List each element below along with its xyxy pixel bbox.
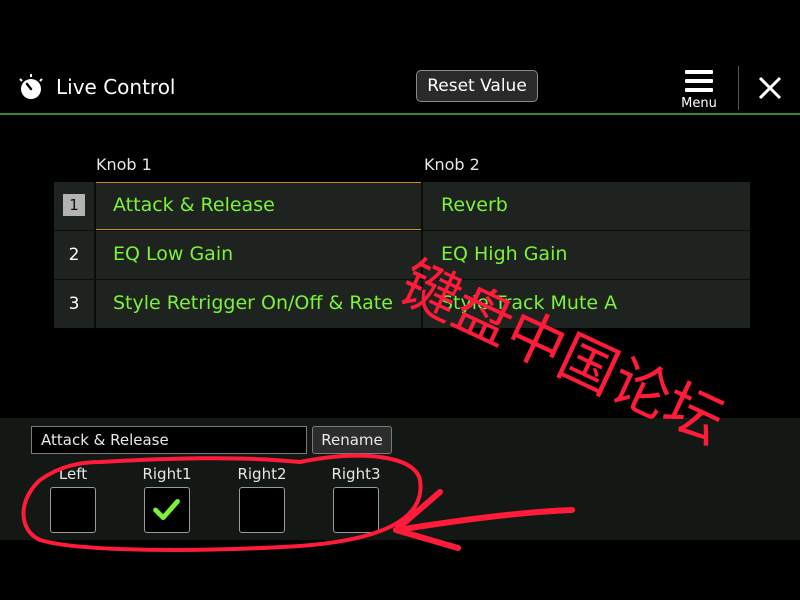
column-divider (421, 182, 423, 328)
knob1-cell[interactable]: Style Retrigger On/Off & Rate (95, 280, 422, 328)
part-label-left: Left (58, 465, 88, 483)
knob1-cell[interactable]: EQ Low Gain (95, 231, 422, 279)
part-checkbox-right3[interactable] (333, 487, 379, 533)
part-checkbox-left[interactable] (50, 487, 96, 533)
checkmark-icon (153, 499, 180, 521)
reset-value-button[interactable]: Reset Value (416, 70, 538, 102)
menu-button[interactable]: Menu (676, 66, 722, 112)
column-divider (94, 182, 96, 328)
knob2-cell[interactable]: Reverb (423, 182, 750, 230)
menu-label: Menu (681, 96, 717, 111)
part-label-right3: Right3 (331, 465, 381, 483)
close-icon[interactable] (754, 72, 786, 104)
assignment-name-field[interactable]: Attack & Release (31, 426, 307, 454)
part-checkbox-right1[interactable] (144, 487, 190, 533)
part-label-right1: Right1 (142, 465, 192, 483)
table-row[interactable]: 2 EQ Low Gain EQ High Gain (54, 231, 750, 279)
row-number: 2 (68, 245, 80, 265)
row-number: 3 (68, 294, 80, 314)
menu-icon (685, 70, 713, 92)
live-control-knob-icon (19, 74, 43, 99)
row-number: 1 (54, 182, 94, 230)
column-header-knob2: Knob 2 (424, 155, 480, 174)
knob1-cell[interactable]: Attack & Release (95, 182, 422, 230)
header-divider (738, 66, 739, 110)
rename-button[interactable]: Rename (312, 426, 392, 454)
knob-assignment-table: 1 Attack & Release Reverb 2 EQ Low Gain … (54, 182, 750, 328)
part-checkbox-right2[interactable] (239, 487, 285, 533)
table-row[interactable]: 3 Style Retrigger On/Off & Rate Style Tr… (54, 280, 750, 328)
part-label-right2: Right2 (237, 465, 287, 483)
knob2-cell[interactable]: EQ High Gain (423, 231, 750, 279)
column-header-knob1: Knob 1 (96, 155, 152, 174)
page-title: Live Control (56, 75, 176, 99)
header-separator (0, 113, 800, 115)
knob2-cell[interactable]: Style Track Mute A (423, 280, 750, 328)
table-row[interactable]: 1 Attack & Release Reverb (54, 182, 750, 230)
